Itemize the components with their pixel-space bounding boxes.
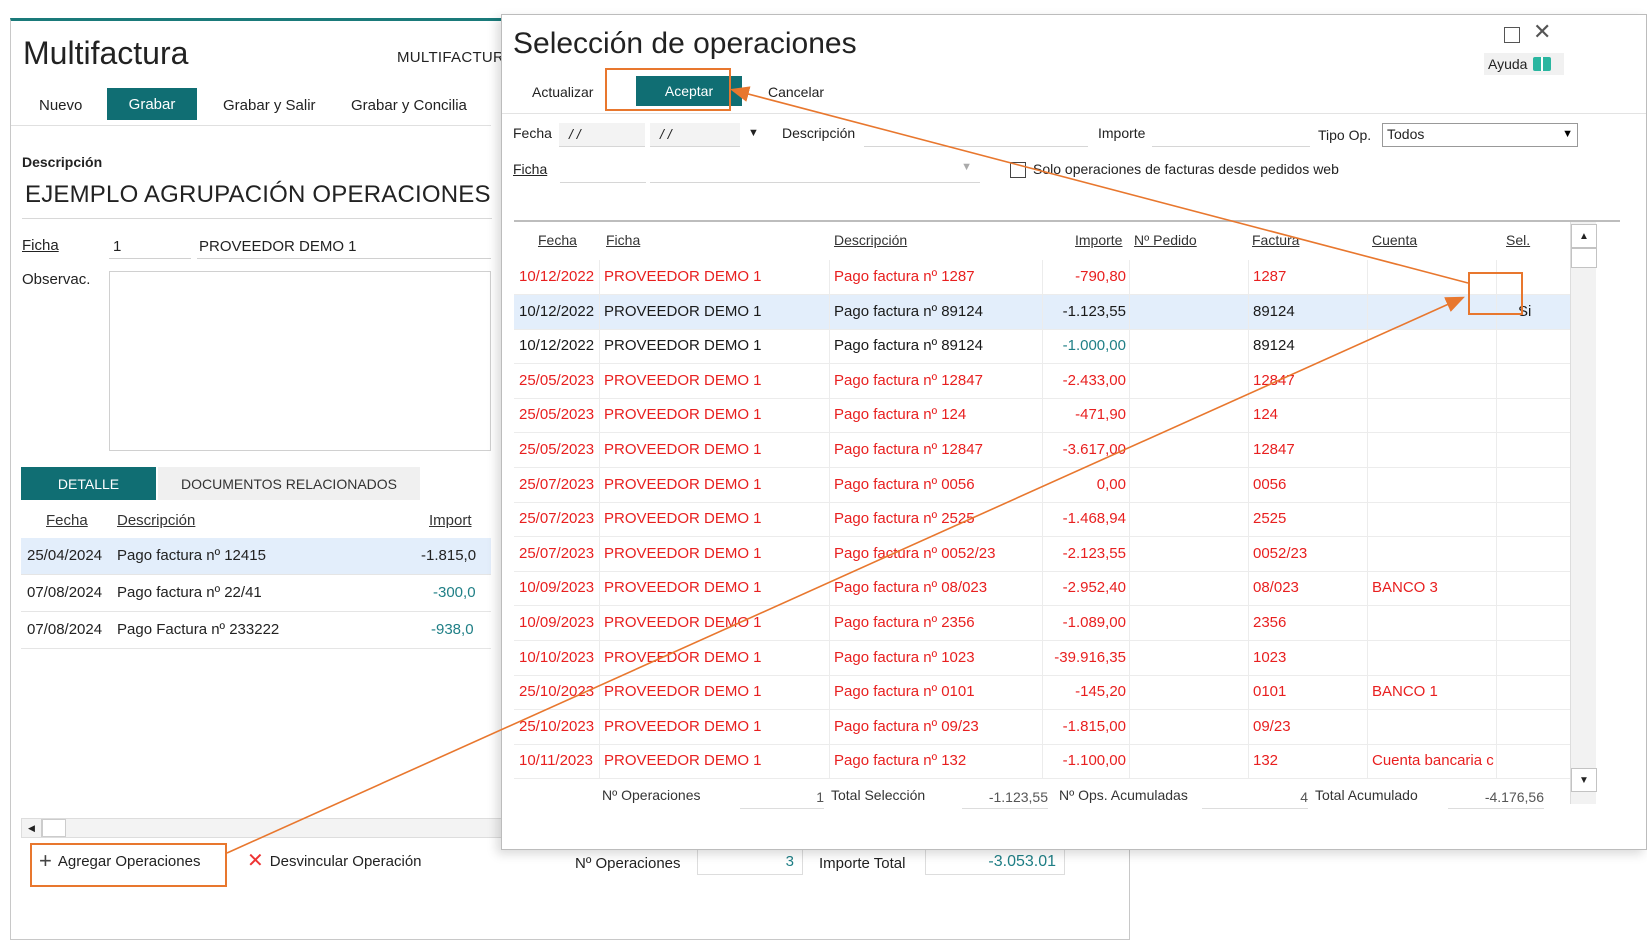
annotation-arrows xyxy=(226,86,1469,854)
arrow-add-to-sel xyxy=(226,296,1465,854)
arrow-sel-to-accept xyxy=(729,86,1469,284)
